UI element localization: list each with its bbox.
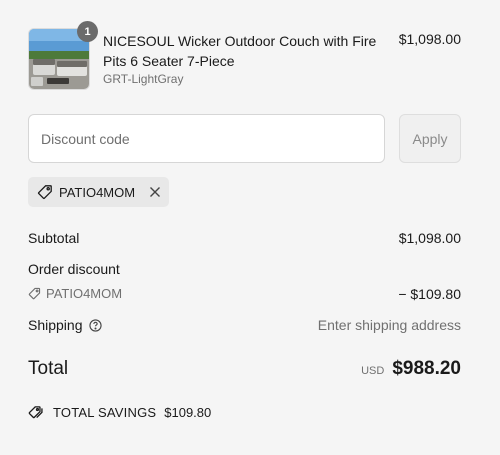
total-savings-label: TOTAL SAVINGS: [53, 405, 157, 420]
shipping-value: Enter shipping address: [317, 317, 461, 333]
product-variant: GRT-LightGray: [103, 72, 184, 86]
subtotal-row: Subtotal $1,098.00: [28, 230, 461, 246]
apply-button[interactable]: Apply: [399, 114, 461, 163]
currency-code: USD: [361, 365, 385, 377]
total-amount-group: USD $988.20: [361, 358, 461, 380]
total-savings-value: $109.80: [164, 405, 212, 420]
total-row: Total USD $988.20: [28, 358, 461, 382]
shipping-row: Shipping Enter shipping address: [28, 317, 461, 333]
help-circle-icon[interactable]: [88, 318, 102, 332]
order-discount-label: Order discount: [28, 261, 120, 277]
shipping-label: Shipping: [28, 317, 83, 333]
applied-code-label: PATIO4MOM: [59, 184, 136, 200]
product-thumbnail-wrap: 1: [28, 21, 98, 90]
subtotal-label: Subtotal: [28, 230, 80, 246]
discount-code-info: PATIO4MOM: [28, 286, 461, 301]
total-label: Total: [28, 358, 69, 379]
tag-icon: [28, 287, 41, 300]
subtotal-value: $1,098.00: [398, 230, 461, 246]
savings-tags-icon: [28, 405, 45, 420]
product-price: $1,098.00: [398, 31, 461, 47]
applied-discount-chip: PATIO4MOM: [28, 177, 169, 207]
total-amount: $988.20: [392, 358, 461, 379]
cart-line-item: 1 NICESOUL Wicker Outdoor Couch with Fir…: [28, 21, 461, 90]
discount-value: − $109.80: [398, 286, 461, 302]
tag-icon: [37, 184, 53, 200]
product-name: NICESOUL Wicker Outdoor Couch with Fire …: [103, 33, 377, 69]
order-discount-row: Order discount: [28, 261, 461, 277]
quantity-badge: 1: [77, 21, 98, 42]
total-savings-row: TOTAL SAVINGS $109.80: [28, 405, 461, 420]
close-icon[interactable]: [149, 186, 161, 198]
discount-code-label: PATIO4MOM: [46, 286, 123, 301]
discount-code-input[interactable]: [28, 114, 385, 163]
discount-code-row: PATIO4MOM − $109.80: [28, 286, 461, 302]
